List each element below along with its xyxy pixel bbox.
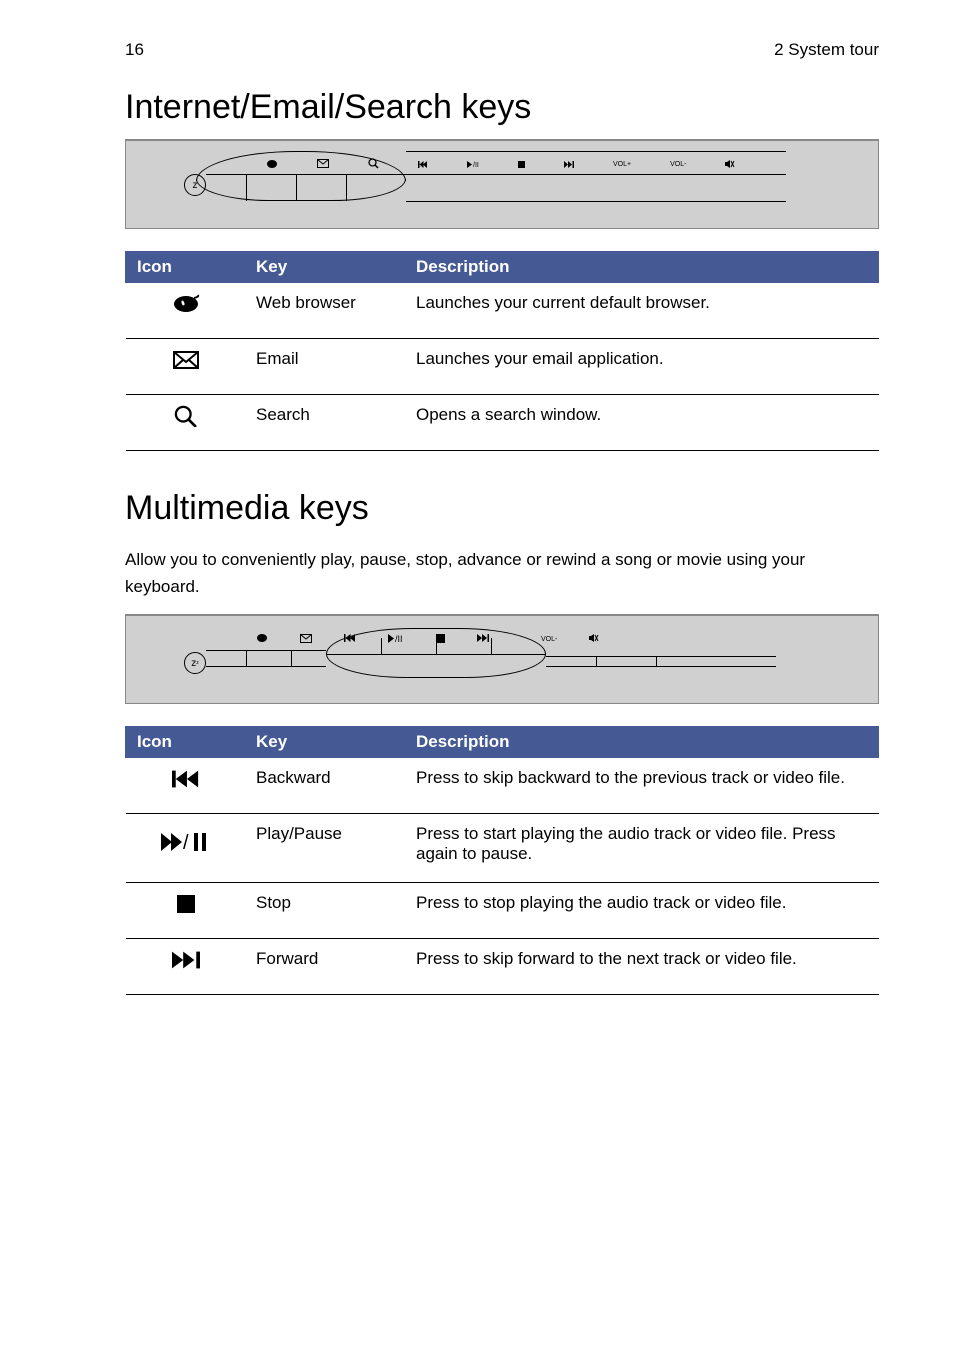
prev-minicon — [418, 160, 428, 170]
playpause-minicon: /II — [467, 160, 479, 170]
key-name: Backward — [246, 758, 406, 814]
table-row: Email Launches your email application. — [126, 339, 879, 395]
vol-minus-label: VOL- — [541, 636, 557, 643]
keyboard-icons-row-1: /II VOL+ VOL- — [266, 158, 735, 171]
key-desc: Opens a search window. — [406, 395, 879, 451]
section-heading-internet: Internet/Email/Search keys — [125, 88, 879, 127]
internet-keys-table: Icon Key Description Web browser Launche… — [125, 251, 879, 451]
table-row: Forward Press to skip forward to the nex… — [126, 939, 879, 995]
keyboard-diagram-2: zz /II VOL- — [125, 614, 879, 704]
col-icon: Icon — [126, 251, 246, 283]
key-desc: Press to skip forward to the next track … — [406, 939, 879, 995]
browser-icon — [126, 283, 246, 339]
key-desc: Press to skip backward to the previous t… — [406, 758, 879, 814]
multimedia-keys-table: Icon Key Description Backward Press to s… — [125, 726, 879, 995]
backward-icon — [126, 758, 246, 814]
vol-plus-label: VOL+ — [613, 161, 631, 168]
stop-minicon — [436, 634, 445, 645]
section-heading-multimedia: Multimedia keys — [125, 489, 879, 528]
key-desc: Press to start playing the audio track o… — [406, 814, 879, 883]
col-icon: Icon — [126, 726, 246, 758]
stop-icon — [126, 883, 246, 939]
col-description: Description — [406, 726, 879, 758]
chapter-title: 2 System tour — [774, 40, 879, 60]
key-name: Web browser — [246, 283, 406, 339]
section-intro: Allow you to conveniently play, pause, s… — [125, 546, 879, 600]
play-pause-icon: / — [126, 814, 246, 883]
col-key: Key — [246, 726, 406, 758]
col-description: Description — [406, 251, 879, 283]
prev-minicon — [344, 634, 356, 644]
next-minicon — [477, 634, 489, 644]
playpause-minicon: /II — [388, 634, 404, 645]
key-name: Forward — [246, 939, 406, 995]
browser-minicon — [266, 159, 278, 171]
envelope-icon — [126, 339, 246, 395]
table-row: Backward Press to skip backward to the p… — [126, 758, 879, 814]
browser-minicon — [256, 633, 268, 645]
key-name: Search — [246, 395, 406, 451]
key-desc: Press to stop playing the audio track or… — [406, 883, 879, 939]
keyboard-diagram-1: z /II VOL+ VOL- — [125, 139, 879, 229]
next-minicon — [564, 160, 574, 170]
mute-minicon — [725, 160, 735, 170]
key-name: Play/Pause — [246, 814, 406, 883]
search-minicon — [368, 158, 379, 171]
envelope-minicon — [317, 159, 329, 170]
mute-minicon — [589, 634, 599, 644]
key-name: Stop — [246, 883, 406, 939]
keyboard-icons-row-2: /II VOL- — [256, 633, 599, 645]
table-row: Stop Press to stop playing the audio tra… — [126, 883, 879, 939]
key-desc: Launches your email application. — [406, 339, 879, 395]
z-key-icon: zz — [184, 652, 206, 674]
col-key: Key — [246, 251, 406, 283]
page-number: 16 — [125, 40, 144, 60]
forward-icon — [126, 939, 246, 995]
svg-text:/II: /II — [395, 634, 403, 643]
envelope-minicon — [300, 634, 312, 645]
svg-text:/: / — [183, 832, 189, 853]
search-icon — [126, 395, 246, 451]
table-row: / Play/Pause Press to start playing the … — [126, 814, 879, 883]
svg-text:/II: /II — [473, 162, 479, 168]
key-desc: Launches your current default browser. — [406, 283, 879, 339]
table-row: Web browser Launches your current defaul… — [126, 283, 879, 339]
stop-minicon — [518, 160, 525, 170]
key-name: Email — [246, 339, 406, 395]
table-row: Search Opens a search window. — [126, 395, 879, 451]
vol-minus-label: VOL- — [670, 161, 686, 168]
page-header: 16 2 System tour — [125, 40, 879, 60]
